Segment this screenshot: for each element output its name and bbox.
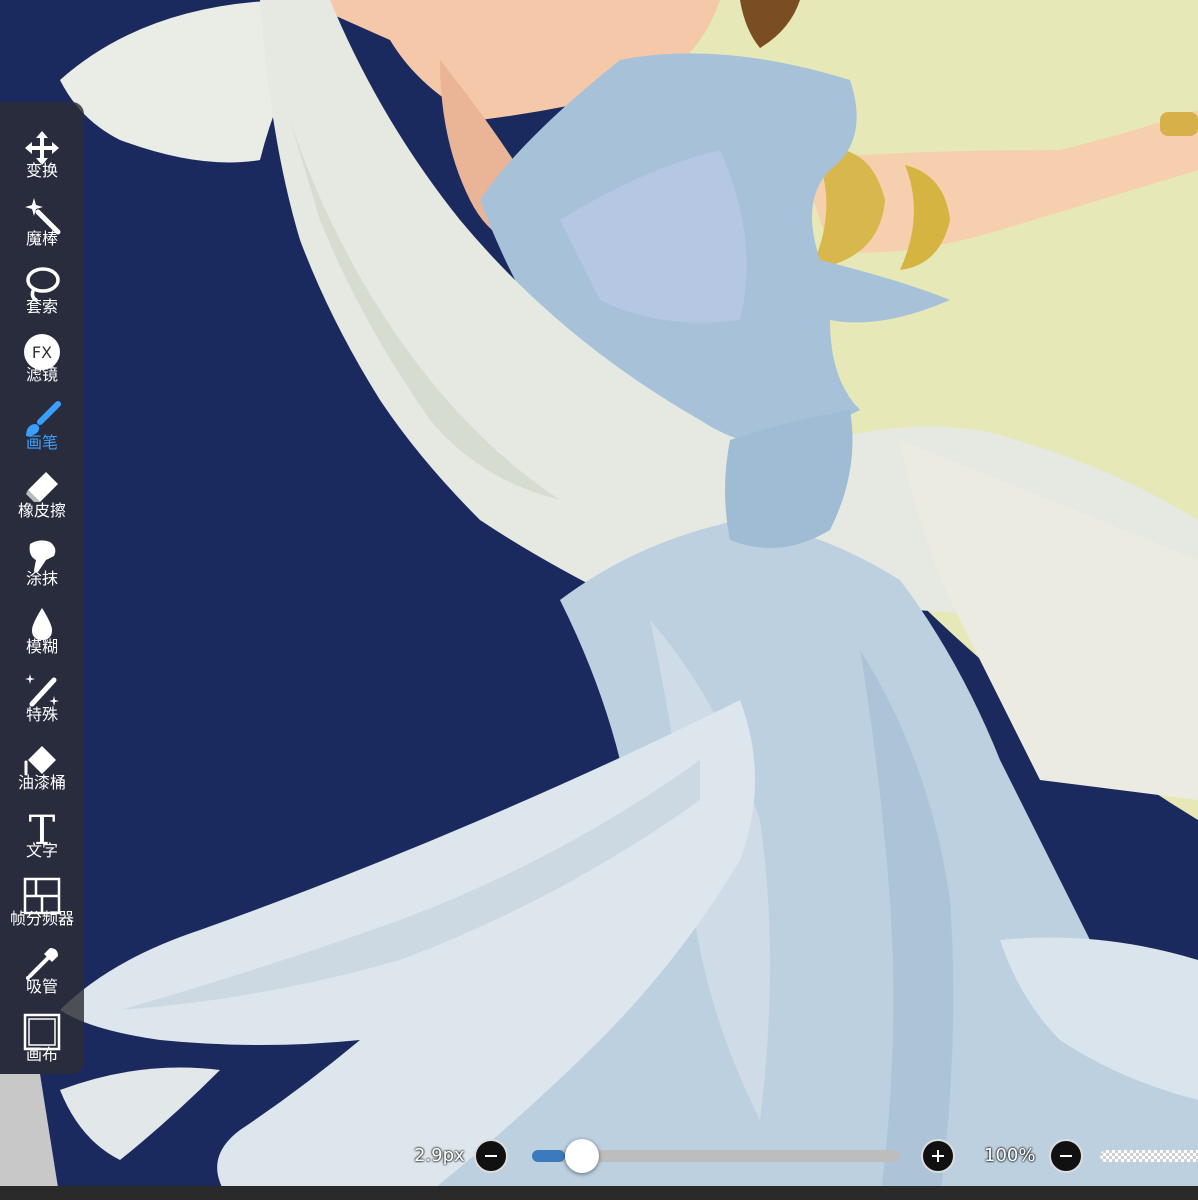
tool-label: 吸管 — [25, 977, 58, 996]
tool-eraser[interactable]: 橡皮擦 — [0, 454, 84, 522]
tool-filter[interactable]: FX 滤镜 — [0, 318, 84, 386]
tool-magic-wand[interactable]: 魔棒 — [0, 182, 84, 250]
tool-label: 涂抹 — [25, 569, 58, 588]
svg-text:FX: FX — [32, 343, 52, 362]
tool-text[interactable]: T 文字 — [0, 794, 84, 862]
left-toolbar: 变换 魔棒 套索 FX 滤镜 画笔 橡皮擦 涂抹 模糊 特殊 油漆桶 T 文字 … — [0, 102, 84, 1074]
brush-size-slider-fill — [532, 1150, 566, 1162]
bottom-edge-bar — [0, 1186, 1198, 1200]
brush-size-slider-thumb[interactable] — [565, 1139, 600, 1173]
opacity-value: 100% — [984, 1145, 1036, 1166]
tool-label: 画布 — [25, 1045, 58, 1064]
tool-canvas[interactable]: 画布 — [0, 998, 84, 1066]
tool-label: 油漆桶 — [17, 773, 66, 792]
tool-label: 文字 — [25, 841, 58, 860]
tool-label: 魔棒 — [25, 229, 58, 248]
tool-blur[interactable]: 模糊 — [0, 590, 84, 658]
opacity-slider[interactable] — [1100, 1150, 1198, 1162]
artwork-illustration — [0, 0, 1198, 1200]
tool-label: 模糊 — [25, 637, 58, 656]
tool-label: 特殊 — [25, 705, 58, 724]
tool-label: 帧分频器 — [9, 909, 74, 928]
plus-icon — [932, 1150, 944, 1162]
minus-icon — [1060, 1155, 1072, 1157]
minus-icon — [485, 1155, 497, 1157]
tool-label: 滤镜 — [25, 365, 58, 384]
tool-transform[interactable]: 变换 — [0, 114, 84, 182]
tool-label: 变换 — [25, 161, 58, 180]
brush-size-decrease-button[interactable] — [474, 1139, 508, 1173]
brush-size-increase-button[interactable] — [921, 1139, 955, 1173]
tool-label: 套索 — [25, 297, 58, 316]
tool-special[interactable]: 特殊 — [0, 658, 84, 726]
opacity-decrease-button[interactable] — [1049, 1139, 1083, 1173]
tool-eyedropper[interactable]: 吸管 — [0, 930, 84, 998]
tool-label: 橡皮擦 — [17, 501, 66, 520]
tool-fill[interactable]: 油漆桶 — [0, 726, 84, 794]
drawing-canvas[interactable] — [0, 0, 1198, 1200]
tool-frame-divider[interactable]: 帧分频器 — [0, 862, 84, 930]
brush-size-value: 2.9px — [414, 1145, 465, 1166]
tool-label: 画笔 — [25, 433, 58, 452]
tool-brush[interactable]: 画笔 — [0, 386, 84, 454]
tool-smudge[interactable]: 涂抹 — [0, 522, 84, 590]
tool-lasso[interactable]: 套索 — [0, 250, 84, 318]
